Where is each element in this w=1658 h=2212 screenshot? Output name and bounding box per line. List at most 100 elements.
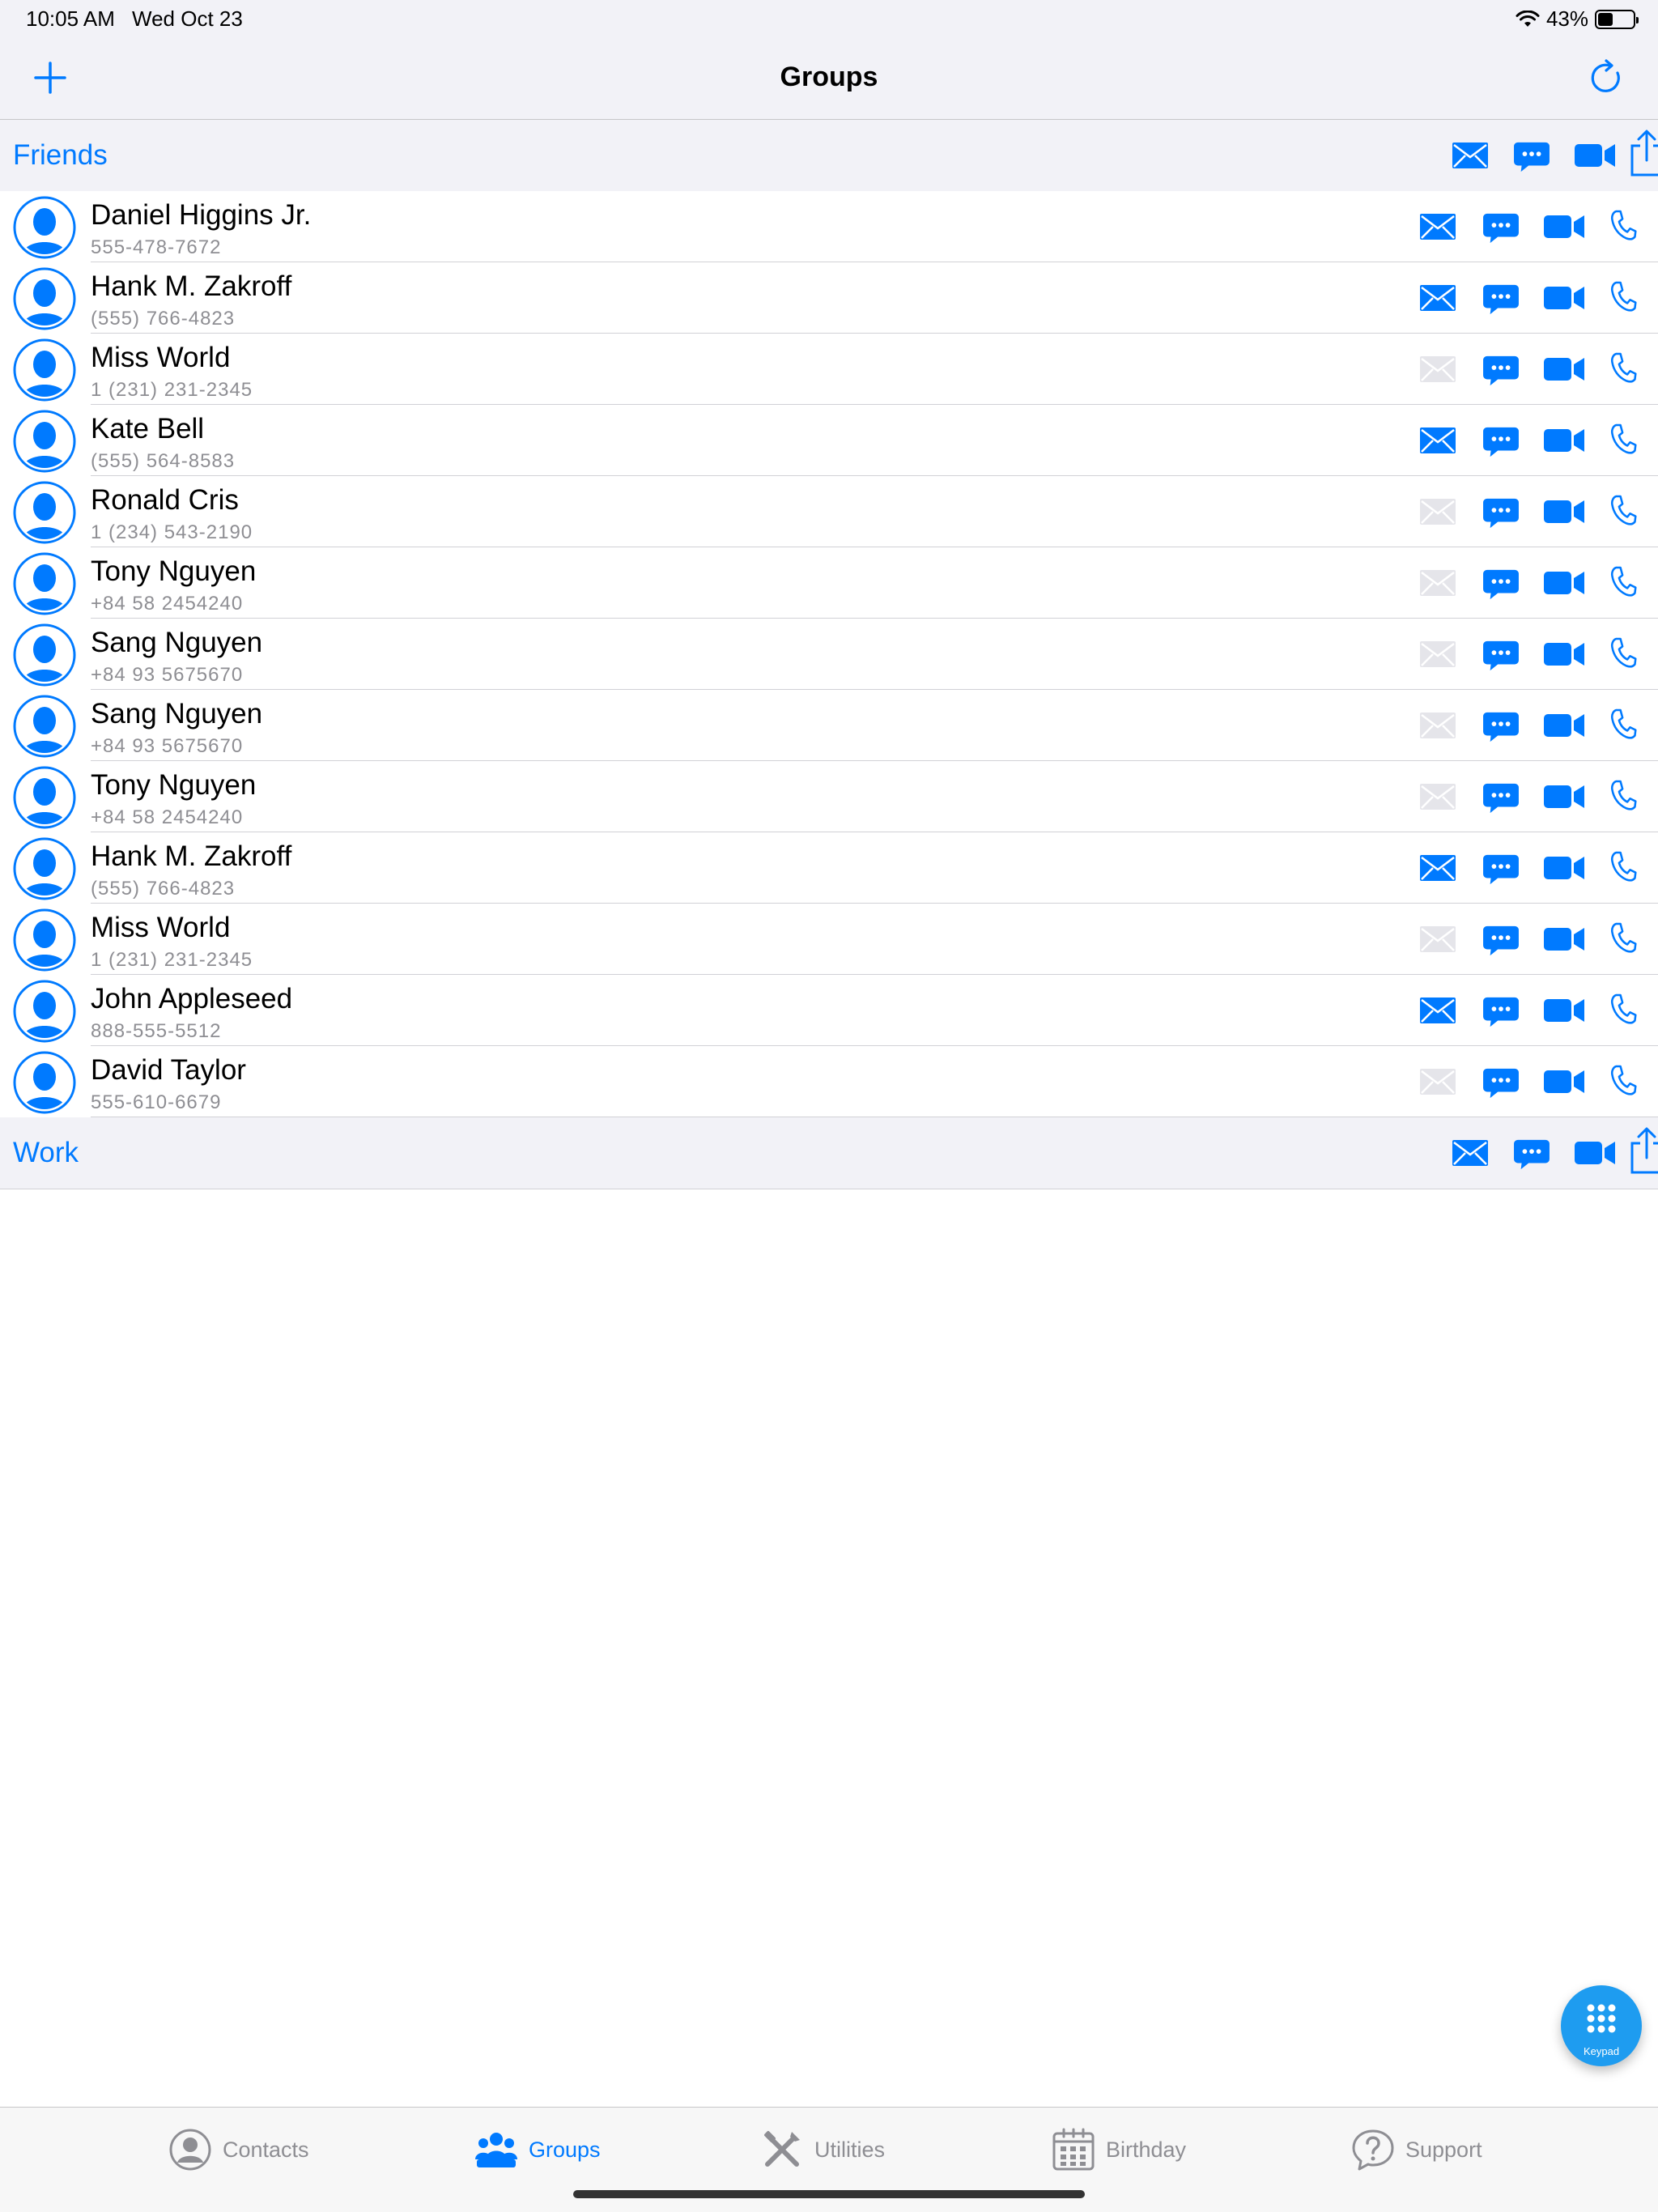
mail-icon bbox=[1418, 781, 1457, 813]
phone-icon[interactable] bbox=[1609, 706, 1637, 742]
group-mail-icon[interactable] bbox=[1451, 1137, 1490, 1169]
phone-icon[interactable] bbox=[1609, 492, 1637, 528]
contact-phone: +84 58 2454240 bbox=[91, 593, 244, 615]
phone-icon[interactable] bbox=[1609, 920, 1637, 955]
mail-icon[interactable] bbox=[1418, 424, 1457, 457]
group-video-icon[interactable] bbox=[1574, 139, 1616, 172]
contact-row[interactable]: John Appleseed 888-555-5512 bbox=[0, 975, 1658, 1046]
contact-row[interactable]: Tony Nguyen +84 58 2454240 bbox=[0, 761, 1658, 832]
video-icon[interactable] bbox=[1543, 709, 1585, 742]
contact-row[interactable]: Hank M. Zakroff (555) 766-4823 bbox=[0, 832, 1658, 904]
phone-icon[interactable] bbox=[1609, 991, 1637, 1027]
contact-row[interactable]: Daniel Higgins Jr. 555-478-7672 bbox=[0, 191, 1658, 262]
video-icon[interactable] bbox=[1543, 282, 1585, 314]
avatar-icon bbox=[12, 551, 77, 616]
wifi-icon bbox=[1516, 10, 1540, 27]
mail-icon bbox=[1418, 496, 1457, 528]
tab-groups[interactable]: Groups bbox=[474, 2125, 601, 2174]
video-icon[interactable] bbox=[1543, 852, 1585, 884]
message-icon[interactable] bbox=[1482, 852, 1520, 886]
keypad-button[interactable]: Keypad bbox=[1561, 1985, 1642, 2066]
video-icon[interactable] bbox=[1543, 923, 1585, 955]
group-message-icon[interactable] bbox=[1512, 1137, 1551, 1171]
phone-icon[interactable] bbox=[1609, 279, 1637, 314]
phone-icon[interactable] bbox=[1609, 1062, 1637, 1098]
video-icon[interactable] bbox=[1543, 638, 1585, 670]
group-message-icon[interactable] bbox=[1512, 139, 1551, 173]
message-icon[interactable] bbox=[1482, 211, 1520, 245]
message-icon[interactable] bbox=[1482, 781, 1520, 815]
tab-label: Contacts bbox=[223, 2137, 309, 2162]
avatar-icon bbox=[12, 623, 77, 687]
mail-icon bbox=[1418, 709, 1457, 742]
refresh-icon[interactable] bbox=[1585, 57, 1627, 99]
mail-icon bbox=[1418, 1066, 1457, 1098]
page-title: Groups bbox=[780, 62, 878, 92]
video-icon[interactable] bbox=[1543, 994, 1585, 1027]
share-icon[interactable] bbox=[1629, 1127, 1658, 1176]
mail-icon[interactable] bbox=[1418, 994, 1457, 1027]
video-icon[interactable] bbox=[1543, 424, 1585, 457]
contact-row[interactable]: Hank M. Zakroff (555) 766-4823 bbox=[0, 262, 1658, 334]
status-indicators: 43% bbox=[1516, 6, 1639, 32]
contact-row[interactable]: Sang Nguyen +84 93 5675670 bbox=[0, 690, 1658, 761]
phone-icon[interactable] bbox=[1609, 849, 1637, 884]
group-header[interactable]: Friends bbox=[0, 120, 1658, 191]
tab-birthday[interactable]: Birthday bbox=[1051, 2125, 1186, 2174]
tab-utilities[interactable]: Utilities bbox=[759, 2125, 885, 2174]
mail-icon[interactable] bbox=[1418, 282, 1457, 314]
tab-contacts[interactable]: Contacts bbox=[168, 2125, 309, 2174]
message-icon[interactable] bbox=[1482, 923, 1520, 957]
video-icon[interactable] bbox=[1543, 1066, 1585, 1098]
video-icon[interactable] bbox=[1543, 781, 1585, 813]
mail-icon[interactable] bbox=[1418, 211, 1457, 243]
status-date: Wed Oct 23 bbox=[132, 6, 243, 31]
battery-percent: 43% bbox=[1545, 6, 1588, 31]
phone-icon[interactable] bbox=[1609, 207, 1637, 243]
contact-row[interactable]: Miss World 1 (231) 231-2345 bbox=[0, 904, 1658, 975]
contact-row[interactable]: Miss World 1 (231) 231-2345 bbox=[0, 334, 1658, 405]
contact-row[interactable]: Tony Nguyen +84 58 2454240 bbox=[0, 547, 1658, 619]
phone-icon[interactable] bbox=[1609, 635, 1637, 670]
phone-icon[interactable] bbox=[1609, 564, 1637, 599]
video-icon[interactable] bbox=[1543, 353, 1585, 385]
contact-row[interactable]: Sang Nguyen +84 93 5675670 bbox=[0, 619, 1658, 690]
avatar-icon bbox=[12, 694, 77, 759]
phone-icon[interactable] bbox=[1609, 777, 1637, 813]
avatar-icon bbox=[12, 409, 77, 474]
mail-icon[interactable] bbox=[1418, 852, 1457, 884]
contact-row[interactable]: Kate Bell (555) 564-8583 bbox=[0, 405, 1658, 476]
contact-phone: (555) 564-8583 bbox=[91, 450, 236, 472]
contact-name: Tony Nguyen bbox=[91, 769, 257, 801]
message-icon[interactable] bbox=[1482, 709, 1520, 743]
contact-phone: +84 93 5675670 bbox=[91, 664, 244, 686]
navigation-bar: Groups bbox=[0, 39, 1658, 120]
video-icon[interactable] bbox=[1543, 496, 1585, 528]
video-icon[interactable] bbox=[1543, 211, 1585, 243]
message-icon[interactable] bbox=[1482, 1066, 1520, 1100]
group-actions bbox=[1399, 1117, 1658, 1189]
message-icon[interactable] bbox=[1482, 994, 1520, 1028]
message-icon[interactable] bbox=[1482, 424, 1520, 458]
avatar-icon bbox=[12, 480, 77, 545]
contact-row[interactable]: David Taylor 555-610-6679 bbox=[0, 1046, 1658, 1117]
share-icon[interactable] bbox=[1629, 130, 1658, 178]
message-icon[interactable] bbox=[1482, 496, 1520, 530]
avatar-icon bbox=[12, 338, 77, 402]
message-icon[interactable] bbox=[1482, 353, 1520, 387]
phone-icon[interactable] bbox=[1609, 421, 1637, 457]
video-icon[interactable] bbox=[1543, 567, 1585, 599]
group-video-icon[interactable] bbox=[1574, 1137, 1616, 1169]
message-icon[interactable] bbox=[1482, 638, 1520, 672]
tab-support[interactable]: Support bbox=[1350, 2125, 1482, 2174]
group-name: Work bbox=[13, 1137, 79, 1168]
phone-icon[interactable] bbox=[1609, 350, 1637, 385]
contact-phone: 1 (231) 231-2345 bbox=[91, 379, 253, 401]
avatar-icon bbox=[12, 765, 77, 830]
group-mail-icon[interactable] bbox=[1451, 139, 1490, 172]
message-icon[interactable] bbox=[1482, 282, 1520, 316]
keypad-grid-icon bbox=[1587, 2004, 1616, 2033]
group-header[interactable]: Work bbox=[0, 1117, 1658, 1189]
contact-row[interactable]: Ronald Cris 1 (234) 543-2190 bbox=[0, 476, 1658, 547]
message-icon[interactable] bbox=[1482, 567, 1520, 601]
